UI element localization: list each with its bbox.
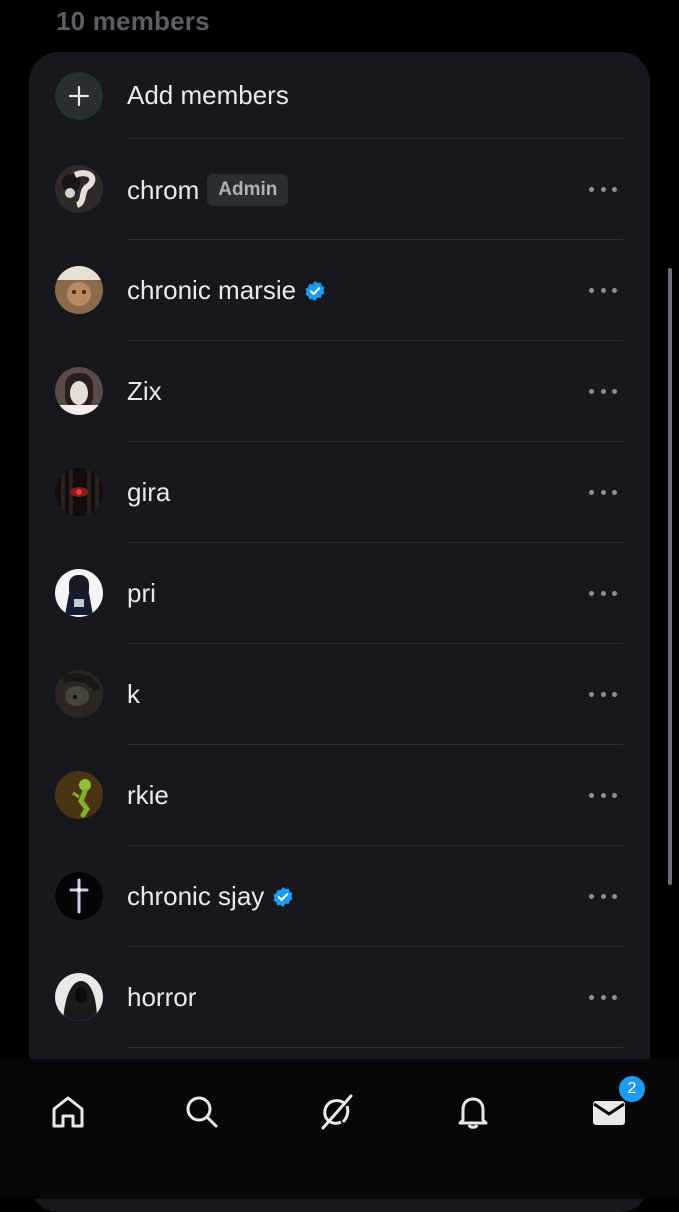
verified-badge-icon xyxy=(305,280,325,301)
members-count: 10 members xyxy=(56,6,210,36)
member-row[interactable]: chrom Admin xyxy=(29,139,650,240)
avatar[interactable] xyxy=(55,468,103,516)
add-members-label: Add members xyxy=(127,80,289,110)
member-row[interactable]: rkie xyxy=(29,745,650,846)
more-options-button[interactable] xyxy=(589,383,617,399)
more-options-button[interactable] xyxy=(589,484,617,500)
member-name: chrom xyxy=(127,174,200,205)
divider xyxy=(127,1047,623,1048)
verified-badge-icon xyxy=(273,886,293,907)
member-name: Zix xyxy=(127,376,162,406)
avatar[interactable] xyxy=(55,266,103,314)
add-members-row[interactable]: Add members xyxy=(29,52,650,139)
more-options-button[interactable] xyxy=(589,686,617,702)
plus-icon xyxy=(55,72,103,120)
member-row[interactable]: gira xyxy=(29,442,650,543)
avatar[interactable] xyxy=(55,872,103,920)
more-options-button[interactable] xyxy=(589,282,617,298)
member-row[interactable]: horror xyxy=(29,947,650,1048)
bell-icon[interactable] xyxy=(438,1077,508,1147)
avatar[interactable] xyxy=(55,973,103,1021)
avatar[interactable] xyxy=(55,771,103,819)
more-options-button[interactable] xyxy=(589,989,617,1005)
member-name: horror xyxy=(127,982,197,1012)
member-name: chronic sjay xyxy=(127,881,265,911)
member-name: chronic marsie xyxy=(127,275,297,305)
more-options-button[interactable] xyxy=(589,181,617,197)
member-row[interactable]: pri xyxy=(29,543,650,644)
member-name: pri xyxy=(127,578,156,608)
search-icon[interactable] xyxy=(167,1077,237,1147)
members-card: Add members chrom Admin chronic marsie Z… xyxy=(29,52,650,1212)
more-options-button[interactable] xyxy=(589,787,617,803)
more-options-button[interactable] xyxy=(589,888,617,904)
avatar[interactable] xyxy=(55,569,103,617)
bottom-tab-bar xyxy=(0,1059,679,1199)
messages-badge: 2 xyxy=(617,1074,647,1104)
avatar[interactable] xyxy=(55,165,103,213)
admin-badge: Admin xyxy=(207,174,289,206)
scrollbar[interactable] xyxy=(668,268,672,885)
member-name: k xyxy=(127,679,140,709)
grok-icon[interactable] xyxy=(302,1077,372,1147)
member-name: gira xyxy=(127,477,171,507)
member-name: rkie xyxy=(127,780,169,810)
member-row[interactable]: k xyxy=(29,644,650,745)
home-icon[interactable] xyxy=(33,1077,103,1147)
avatar[interactable] xyxy=(55,670,103,718)
avatar[interactable] xyxy=(55,367,103,415)
member-row[interactable]: chronic sjay xyxy=(29,846,650,947)
member-row[interactable]: chronic marsie xyxy=(29,240,650,341)
member-row[interactable]: Zix xyxy=(29,341,650,442)
more-options-button[interactable] xyxy=(589,585,617,601)
